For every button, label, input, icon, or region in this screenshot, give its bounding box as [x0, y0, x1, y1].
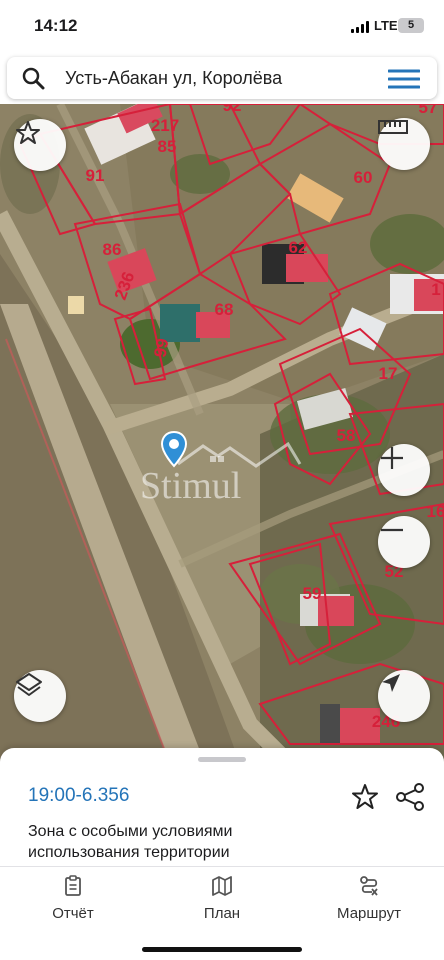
- status-time: 14:12: [34, 16, 78, 35]
- plot-number: 1: [431, 280, 441, 299]
- plus-icon: [381, 447, 403, 469]
- signal-icon: [351, 21, 371, 33]
- search-input[interactable]: Усть-Абакан ул, Королёва: [65, 68, 282, 89]
- plot-number: 62: [288, 238, 308, 257]
- my-location-button[interactable]: [378, 670, 430, 722]
- plot-number: 99: [150, 336, 173, 359]
- plot-number: 86: [102, 240, 122, 259]
- home-indicator: [142, 947, 302, 952]
- map-view[interactable]: 92 217 85 57 91 60 86 236 62 68 99 17 58…: [0, 104, 444, 764]
- zoom-out-button[interactable]: [378, 516, 430, 568]
- plot-number: 217: [150, 116, 180, 135]
- plot-number: 57: [418, 104, 438, 117]
- star-icon: [16, 121, 40, 144]
- report-icon: [65, 875, 81, 896]
- nav-item-plan[interactable]: План: [167, 875, 277, 922]
- cadastral-code[interactable]: 19:00-6.356: [28, 785, 129, 807]
- nav-item-route[interactable]: Маршрут: [314, 875, 424, 922]
- bottom-nav: Отчёт План Маршрут: [0, 866, 444, 960]
- map-icon: [212, 876, 232, 896]
- plot-number: 59: [302, 584, 322, 603]
- plot-number: 68: [214, 300, 234, 319]
- sheet-drag-handle[interactable]: [198, 757, 246, 762]
- plot-number: 16: [426, 502, 444, 521]
- layers-button[interactable]: [14, 670, 66, 722]
- plot-number: 17: [378, 364, 398, 383]
- nav-label-route: Маршрут: [337, 905, 401, 922]
- plot-number: 60: [353, 168, 373, 187]
- search-bar[interactable]: Усть-Абакан ул, Королёва: [7, 57, 437, 99]
- plot-number: 91: [85, 166, 105, 185]
- watermark-text: Stimul: [140, 465, 241, 504]
- plot-number: 92: [222, 104, 242, 115]
- plot-number: 58: [336, 426, 356, 445]
- zone-description: Зона с особыми условиями использования т…: [28, 823, 233, 861]
- hamburger-menu-icon[interactable]: [388, 68, 420, 90]
- location-pin-icon[interactable]: [160, 430, 188, 468]
- nav-label-plan: План: [203, 905, 241, 922]
- minus-icon: [381, 528, 403, 532]
- ruler-icon: [378, 120, 408, 134]
- status-bar: 14:12 LTE 5: [0, 0, 444, 52]
- ruler-button[interactable]: [378, 118, 430, 170]
- favorite-map-button[interactable]: [14, 119, 66, 171]
- route-icon: [360, 876, 378, 896]
- nav-item-report[interactable]: Отчёт: [18, 875, 128, 922]
- plot-number: 85: [157, 137, 177, 156]
- navigation-arrow-icon: [382, 674, 400, 692]
- favorite-star-icon[interactable]: [350, 782, 380, 812]
- search-icon[interactable]: [21, 66, 45, 90]
- nav-label-report: Отчёт: [52, 905, 94, 922]
- network-type: LTE: [374, 18, 398, 33]
- zoom-in-button[interactable]: [378, 444, 430, 496]
- share-icon[interactable]: [394, 782, 426, 812]
- layers-icon: [16, 673, 42, 696]
- battery-icon: 5: [398, 18, 424, 33]
- info-sheet[interactable]: 19:00-6.356 Зона с особыми условиями исп…: [0, 748, 444, 868]
